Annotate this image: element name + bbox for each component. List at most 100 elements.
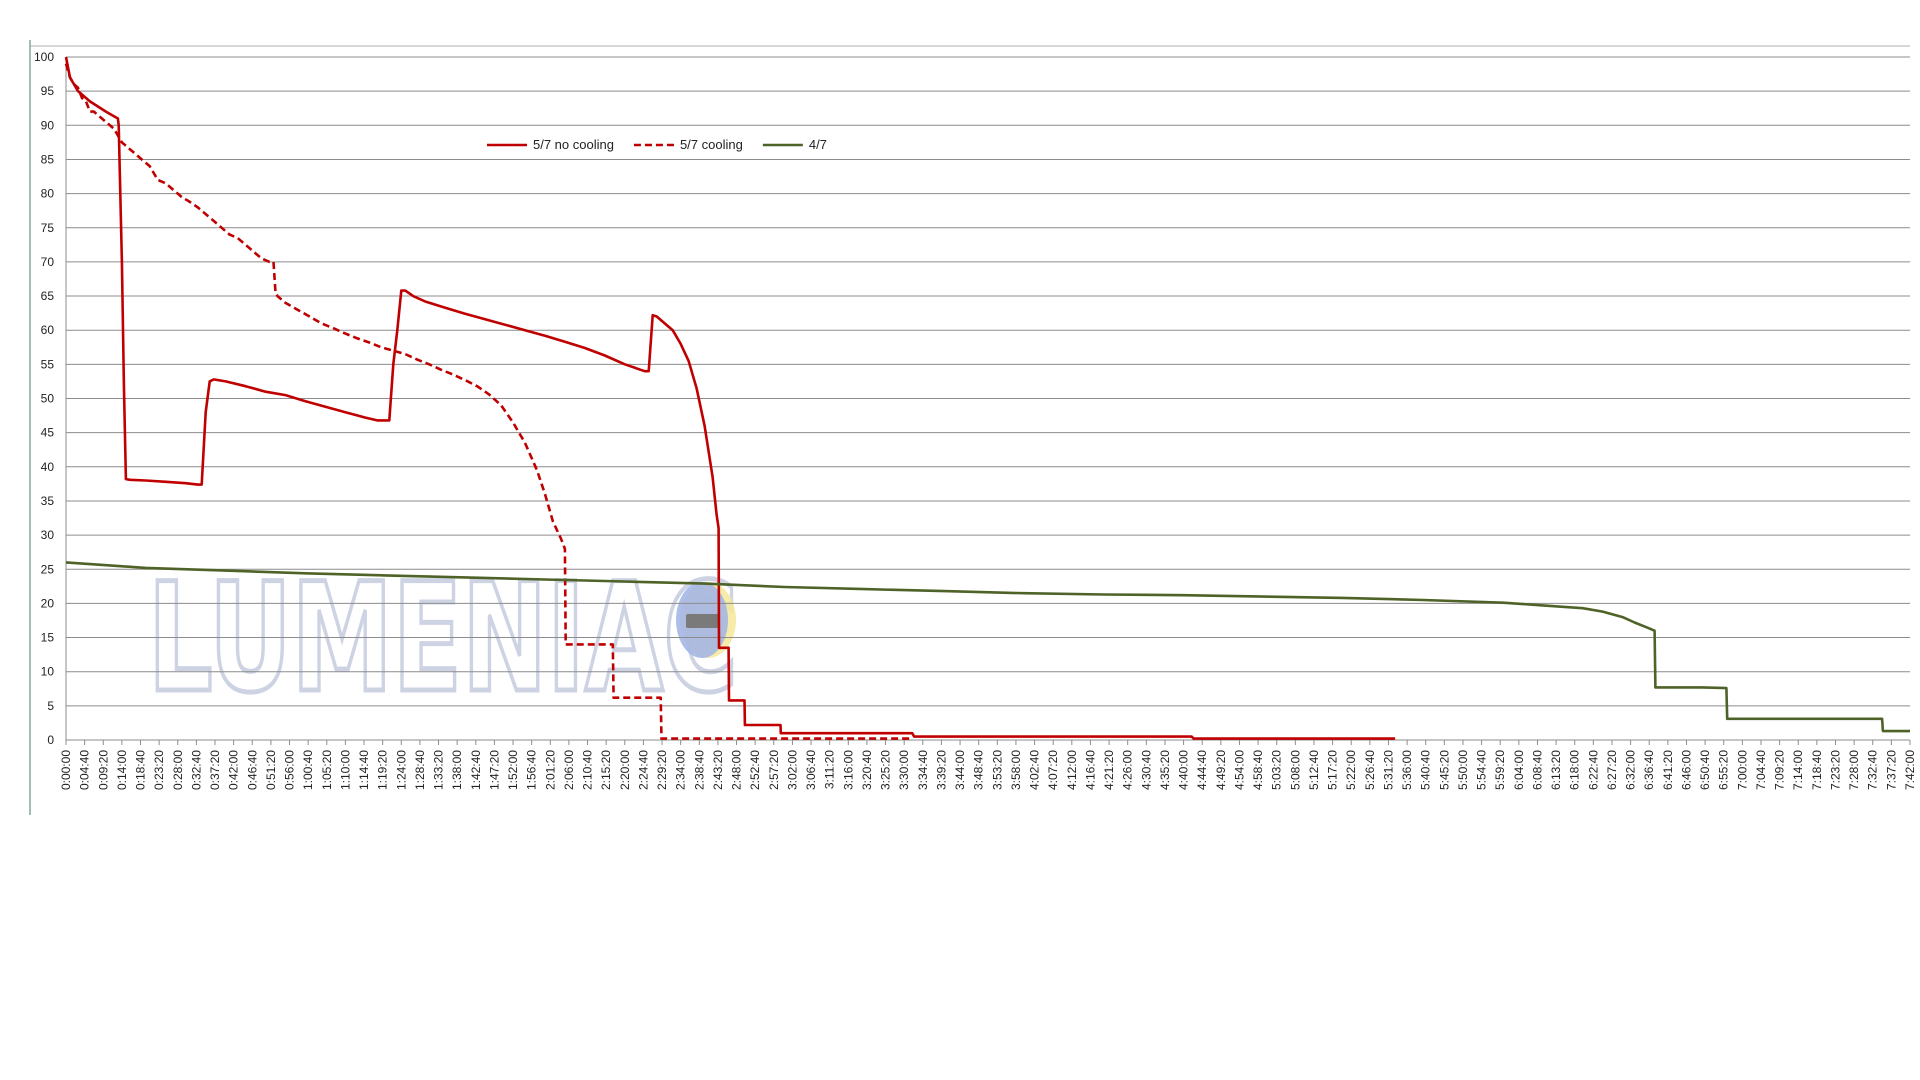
x-tick-label-63: 4:54:00: [1232, 750, 1246, 790]
x-tick-label-34: 2:38:40: [692, 750, 706, 790]
x-tick-label-30: 2:20:00: [618, 750, 632, 790]
x-tick-label-65: 5:03:20: [1270, 750, 1284, 790]
x-tick-label-24: 1:52:00: [506, 750, 520, 790]
x-tick-label-14: 1:05:20: [320, 750, 334, 790]
x-tick-label-94: 7:18:40: [1810, 750, 1824, 790]
x-tick-label-51: 3:58:00: [1009, 750, 1023, 790]
y-tick-label-50: 50: [41, 392, 55, 406]
y-tick-label-40: 40: [41, 460, 55, 474]
x-tick-label-2: 0:09:20: [96, 750, 110, 790]
legend-label-3: 4/7: [809, 137, 827, 152]
x-tick-label-13: 1:00:40: [301, 750, 315, 790]
x-tick-label-48: 3:44:00: [953, 750, 967, 790]
x-axis-ticks: 0:00:00 0:04:40 0:09:20 0:14:00 0:18:40 0:23:…: [59, 740, 1917, 790]
x-tick-label-55: 4:16:40: [1083, 750, 1097, 790]
x-tick-label-96: 7:28:00: [1847, 750, 1861, 790]
x-tick-label-9: 0:42:00: [227, 750, 241, 790]
x-tick-label-32: 2:29:20: [655, 750, 669, 790]
x-tick-label-52: 4:02:40: [1028, 750, 1042, 790]
x-tick-label-71: 5:31:20: [1381, 750, 1395, 790]
x-tick-label-59: 4:35:20: [1158, 750, 1172, 790]
x-tick-label-7: 0:32:40: [189, 750, 203, 790]
y-tick-label-35: 35: [41, 494, 55, 508]
x-tick-label-27: 2:06:00: [562, 750, 576, 790]
x-tick-label-97: 7:32:40: [1866, 750, 1880, 790]
x-tick-label-83: 6:27:20: [1605, 750, 1619, 790]
x-tick-label-69: 5:22:00: [1344, 750, 1358, 790]
x-tick-label-50: 3:53:20: [990, 750, 1004, 790]
x-tick-label-54: 4:12:00: [1065, 750, 1079, 790]
x-tick-label-17: 1:19:20: [376, 750, 390, 790]
x-tick-label-58: 4:30:40: [1139, 750, 1153, 790]
x-tick-label-1: 0:04:40: [78, 750, 92, 790]
x-tick-label-33: 2:34:00: [674, 750, 688, 790]
x-tick-label-56: 4:21:20: [1102, 750, 1116, 790]
chart: LUMENIAC 0 5 10 15 20 25 30 35 40 45 50 55 60 65 70 75 8…: [0, 0, 1920, 1080]
y-axis-ticks: 0 5 10 15 20 25 30 35 40 45 50 55 60 65 70 75 80 85 90 95 10…: [34, 50, 54, 747]
x-tick-label-89: 6:55:20: [1717, 750, 1731, 790]
x-tick-label-85: 6:36:40: [1642, 750, 1656, 790]
x-tick-label-64: 4:58:40: [1251, 750, 1265, 790]
grid: [66, 56, 1910, 741]
x-tick-label-28: 2:10:40: [581, 750, 595, 790]
x-tick-label-86: 6:41:20: [1661, 750, 1675, 790]
y-tick-label-15: 15: [41, 631, 55, 645]
y-tick-label-90: 90: [41, 118, 55, 132]
x-tick-label-77: 5:59:20: [1493, 750, 1507, 790]
x-tick-label-49: 3:48:40: [972, 750, 986, 790]
y-tick-label-25: 25: [41, 562, 55, 576]
x-tick-label-76: 5:54:40: [1475, 750, 1489, 790]
x-tick-label-36: 2:48:00: [730, 750, 744, 790]
line-chart-svg: LUMENIAC 0510152025303540455055606570758…: [29, 40, 1917, 815]
y-tick-label-0: 0: [47, 733, 54, 747]
y-tick-label-20: 20: [41, 596, 55, 610]
x-tick-label-23: 1:47:20: [487, 750, 501, 790]
x-tick-label-81: 6:18:00: [1568, 750, 1582, 790]
x-tick-label-95: 7:23:20: [1828, 750, 1842, 790]
x-tick-label-10: 0:46:40: [245, 750, 259, 790]
x-tick-label-22: 1:42:40: [469, 750, 483, 790]
x-tick-label-47: 3:39:20: [934, 750, 948, 790]
y-tick-label-70: 70: [41, 255, 55, 269]
x-tick-label-35: 2:43:20: [711, 750, 725, 790]
x-tick-label-46: 3:34:40: [916, 750, 930, 790]
x-tick-label-16: 1:14:40: [357, 750, 371, 790]
x-tick-label-84: 6:32:00: [1624, 750, 1638, 790]
x-tick-label-90: 7:00:00: [1735, 750, 1749, 790]
x-tick-label-40: 3:06:40: [804, 750, 818, 790]
legend-label-1: 5/7 no cooling: [533, 137, 614, 152]
x-tick-label-82: 6:22:40: [1586, 750, 1600, 790]
x-tick-label-79: 6:08:40: [1530, 750, 1544, 790]
x-tick-label-18: 1:24:00: [394, 750, 408, 790]
x-tick-label-43: 3:20:40: [860, 750, 874, 790]
x-tick-label-42: 3:16:00: [841, 750, 855, 790]
x-tick-label-25: 1:56:40: [525, 750, 539, 790]
y-tick-label-30: 30: [41, 528, 55, 542]
x-tick-label-53: 4:07:20: [1046, 750, 1060, 790]
x-tick-label-78: 6:04:00: [1512, 750, 1526, 790]
legend: 5/7 no cooling 5/7 cooling 4/7: [487, 137, 827, 152]
y-tick-label-65: 65: [41, 289, 55, 303]
y-tick-label-100: 100: [34, 50, 54, 64]
x-tick-label-39: 3:02:00: [785, 750, 799, 790]
x-tick-label-61: 4:44:40: [1195, 750, 1209, 790]
x-tick-label-0: 0:00:00: [59, 750, 73, 790]
x-tick-label-92: 7:09:20: [1773, 750, 1787, 790]
y-tick-label-75: 75: [41, 221, 55, 235]
y-tick-label-60: 60: [41, 323, 55, 337]
x-tick-label-75: 5:50:00: [1456, 750, 1470, 790]
x-tick-label-73: 5:40:40: [1419, 750, 1433, 790]
x-tick-label-45: 3:30:00: [897, 750, 911, 790]
x-tick-label-44: 3:25:20: [879, 750, 893, 790]
y-tick-label-45: 45: [41, 426, 55, 440]
x-tick-label-62: 4:49:20: [1214, 750, 1228, 790]
x-tick-label-93: 7:14:00: [1791, 750, 1805, 790]
legend-label-2: 5/7 cooling: [680, 137, 743, 152]
x-tick-label-4: 0:18:40: [134, 750, 148, 790]
x-tick-label-74: 5:45:20: [1437, 750, 1451, 790]
y-tick-label-55: 55: [41, 357, 55, 371]
x-tick-label-21: 1:38:00: [450, 750, 464, 790]
x-tick-label-99: 7:42:00: [1903, 750, 1917, 790]
x-tick-label-87: 6:46:00: [1679, 750, 1693, 790]
x-tick-label-5: 0:23:20: [152, 750, 166, 790]
